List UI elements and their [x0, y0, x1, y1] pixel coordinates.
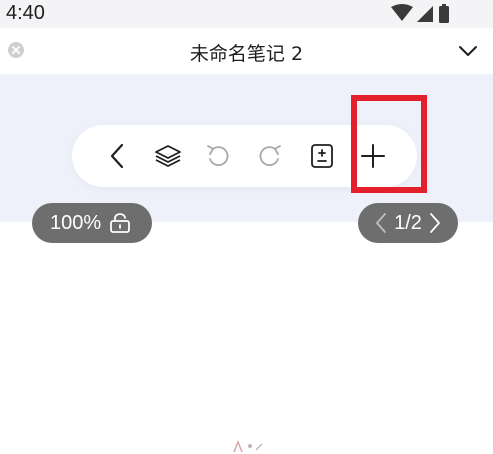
undo-button[interactable]: [200, 138, 236, 174]
zoom-indicator[interactable]: 100%: [32, 203, 152, 243]
note-title-bar: 未命名笔记 2: [0, 28, 493, 74]
page-indicator: 1/2: [394, 211, 422, 234]
status-icons: [391, 4, 449, 23]
status-time: 4:40: [6, 2, 45, 24]
wifi-icon: [391, 4, 413, 21]
note-title[interactable]: 未命名笔记 2: [0, 39, 493, 66]
battery-icon: [439, 6, 449, 23]
zoom-value: 100%: [50, 211, 102, 234]
redo-button[interactable]: [252, 138, 288, 174]
chevron-down-icon[interactable]: [457, 42, 479, 60]
highlight-marker: [351, 95, 427, 193]
layers-icon: [155, 145, 181, 167]
page-settings-button[interactable]: [304, 138, 340, 174]
layers-button[interactable]: [150, 138, 186, 174]
back-icon: [110, 143, 124, 169]
watermark-mark: [233, 439, 263, 453]
signal-icon: [417, 6, 433, 22]
status-bar: 4:40: [0, 0, 493, 28]
prev-page-icon[interactable]: [374, 211, 388, 235]
next-page-icon[interactable]: [428, 211, 442, 235]
page-navigator: 1/2: [358, 203, 458, 243]
redo-icon: [259, 145, 281, 166]
add-page-icon: [311, 144, 333, 168]
back-button[interactable]: [100, 138, 136, 174]
undo-icon: [207, 145, 229, 166]
unlock-icon: [110, 213, 131, 233]
